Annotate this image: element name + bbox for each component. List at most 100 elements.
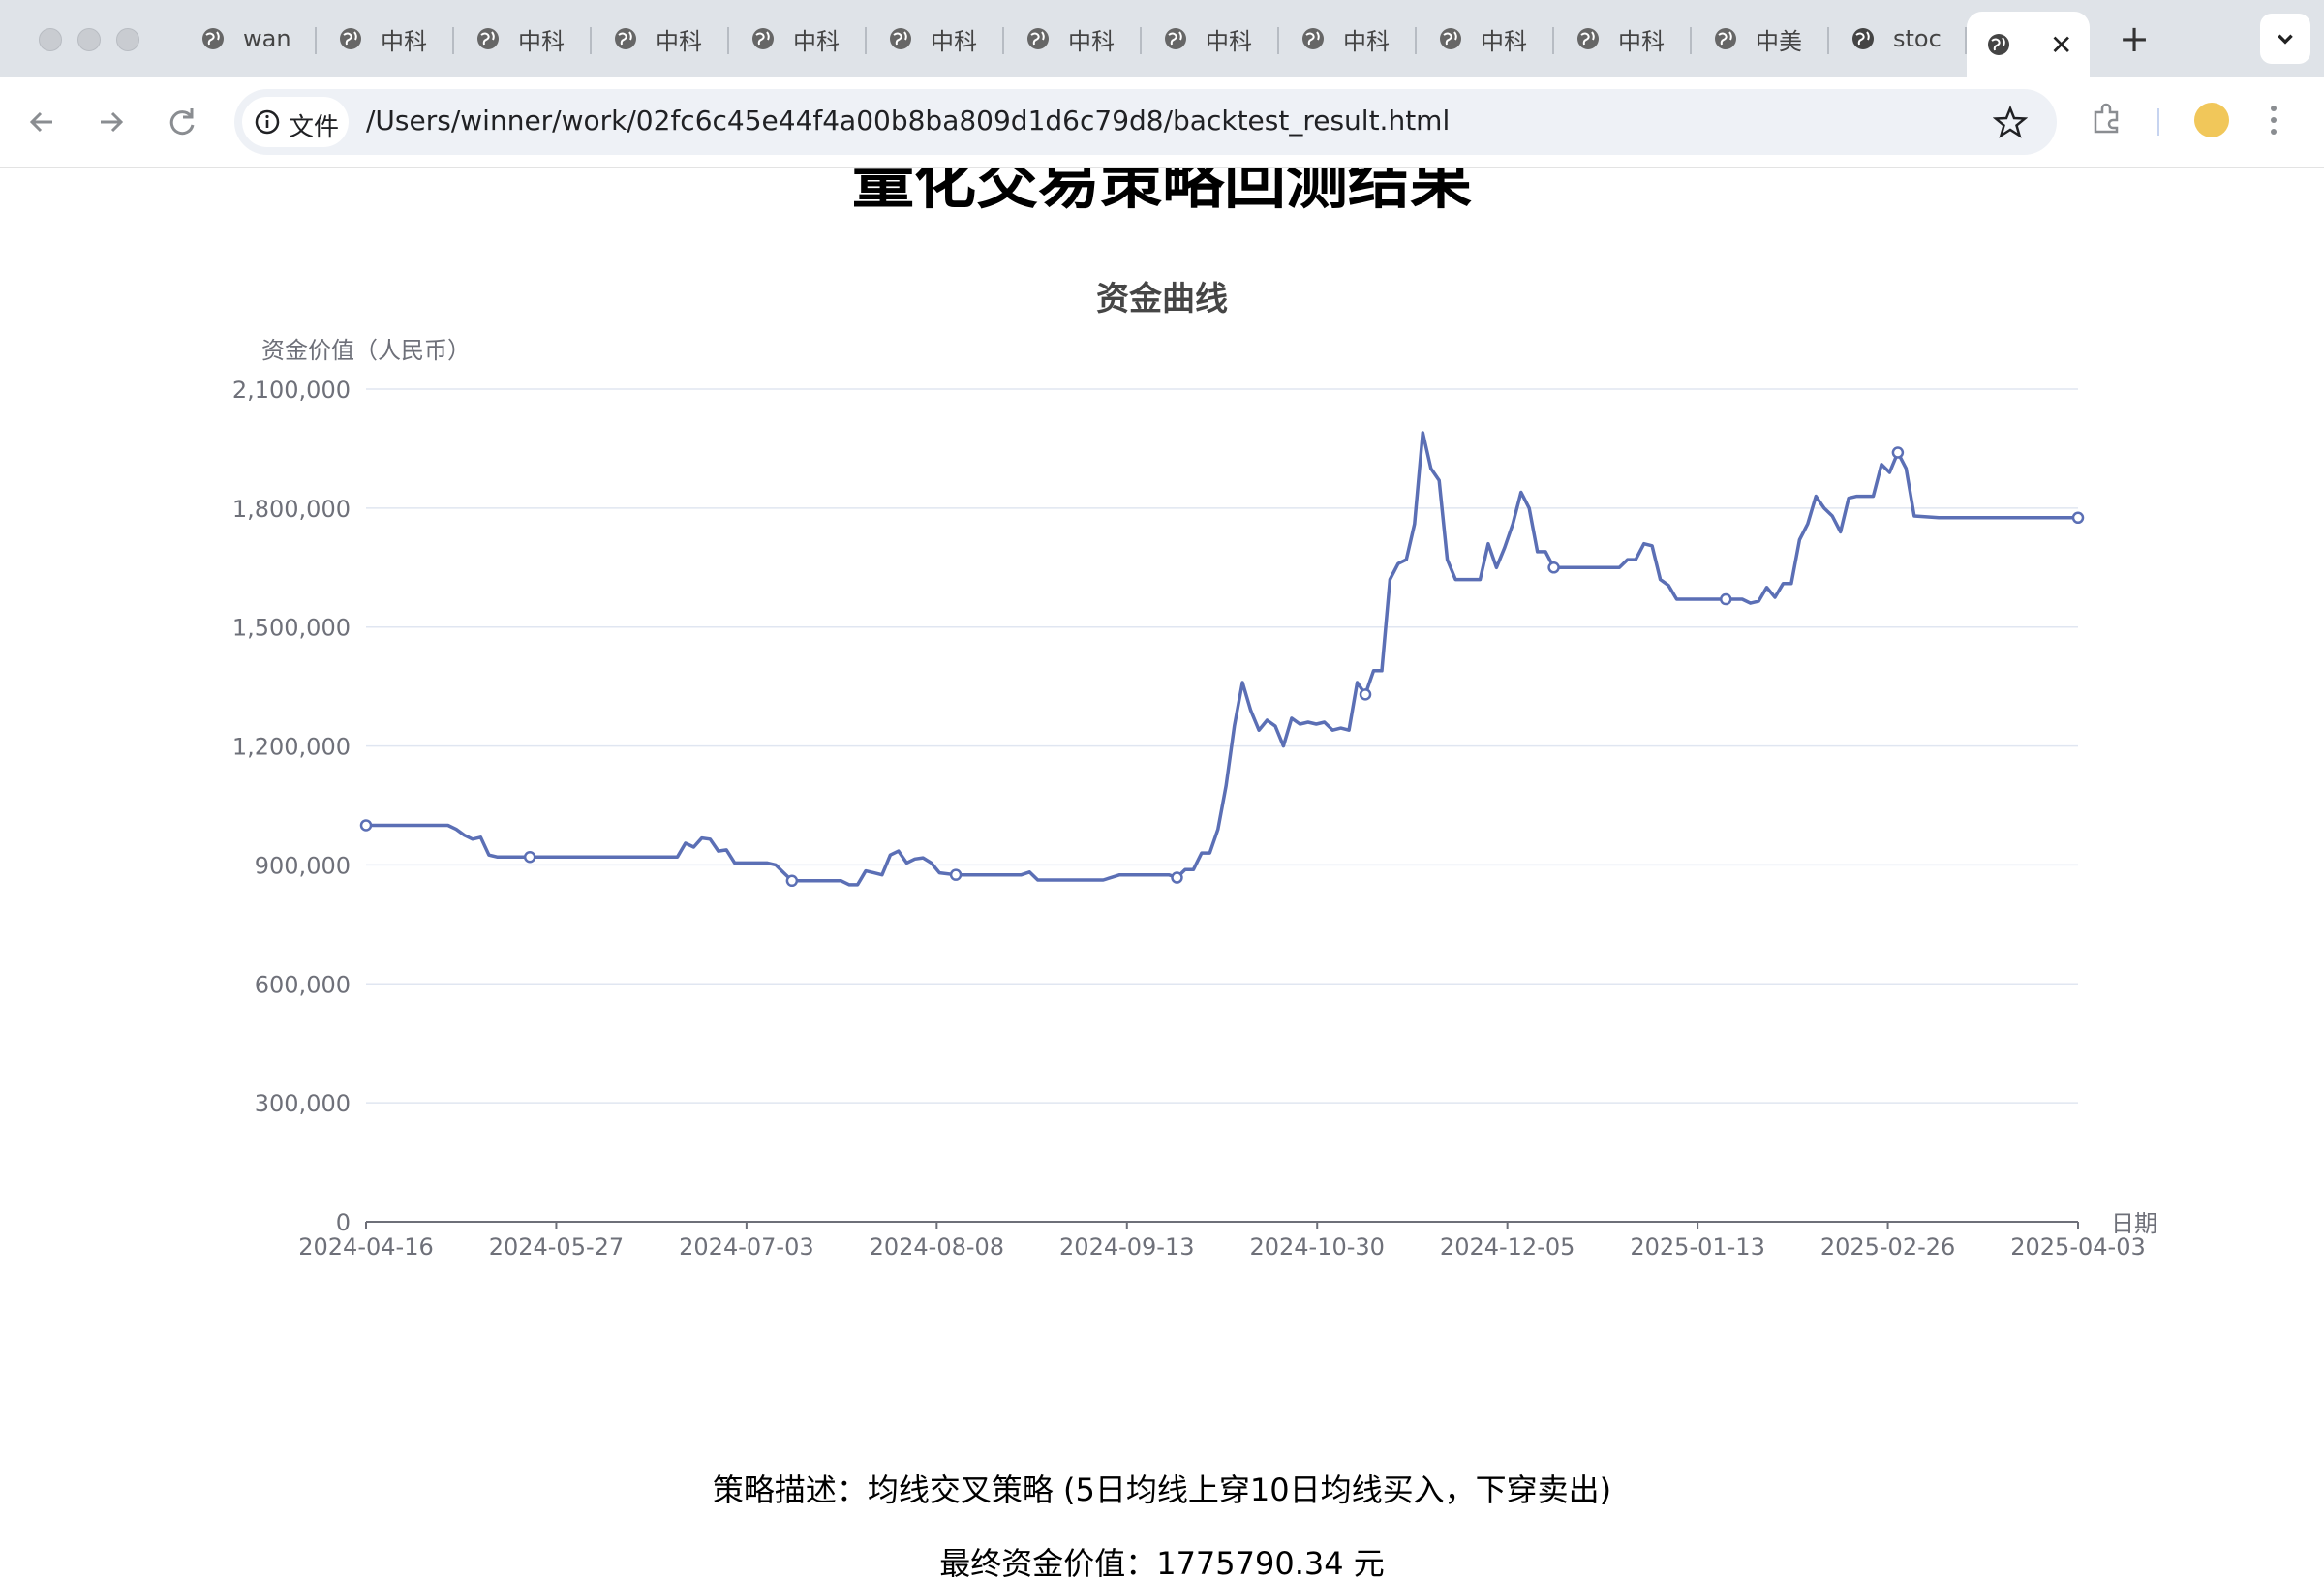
equity-series-line <box>366 431 2079 887</box>
series-point <box>949 868 963 881</box>
tab-10[interactable]: 中科 <box>1554 12 1692 66</box>
globe-icon <box>752 28 774 49</box>
x-tick-label: 2024-05-27 <box>489 1233 624 1260</box>
tab-active[interactable]: ✕ <box>1967 12 2090 77</box>
more-menu-icon[interactable] <box>2268 101 2279 139</box>
tab-label: wan <box>243 25 291 52</box>
y-axis-label: 资金价值（人民币） <box>261 337 471 364</box>
browser-toolbar: 文件 /Users/winner/work/02fc6c45e44f4a00b8… <box>0 77 2324 168</box>
y-tick-label: 600,000 <box>255 971 351 998</box>
x-tick-label: 2024-08-08 <box>870 1233 1004 1260</box>
tab-label: stoc <box>1893 25 1942 52</box>
tab-0[interactable]: wan <box>179 12 317 66</box>
x-axis-ticks: 2024-04-16 2024-05-27 2024-07-03 2024-08-08… <box>298 1222 2146 1260</box>
x-tick-label: 2024-04-16 <box>298 1233 433 1260</box>
close-window-button[interactable] <box>39 28 62 51</box>
tab-12[interactable]: stoc <box>1829 12 1967 66</box>
y-tick-label: 2,100,000 <box>232 377 351 404</box>
info-icon <box>255 109 280 135</box>
page-viewport: 量化交易策略回测结果 资金曲线 资金价值（人民币） 日期 0 300,000 600… <box>0 168 2324 1578</box>
tab-label: 中科 <box>381 27 427 55</box>
x-tick-label: 2024-10-30 <box>1249 1233 1384 1260</box>
y-tick-label: 0 <box>336 1209 351 1236</box>
globe-icon <box>1715 28 1736 49</box>
tab-label: 中科 <box>1206 27 1252 55</box>
tab-7[interactable]: 中科 <box>1142 12 1279 66</box>
tab-label: 中美 <box>1756 27 1802 55</box>
globe-icon <box>1440 28 1461 49</box>
forward-arrow-icon[interactable] <box>87 99 134 145</box>
tab-label: 中科 <box>518 27 565 55</box>
series-point <box>1359 688 1372 701</box>
series-point <box>785 874 799 888</box>
extensions-puzzle-icon[interactable] <box>2088 99 2126 137</box>
series-point <box>1719 592 1732 606</box>
globe-icon <box>1027 28 1049 49</box>
y-tick-label: 900,000 <box>255 852 351 879</box>
new-tab-button[interactable]: + <box>2111 17 2157 60</box>
chart-title: 资金曲线 <box>1096 280 1228 319</box>
globe-icon <box>890 28 911 49</box>
globe-icon <box>1577 28 1599 49</box>
x-tick-label: 2025-01-13 <box>1630 1233 1764 1260</box>
series-markers <box>359 446 2085 888</box>
x-tick-label: 2025-02-26 <box>1820 1233 1955 1260</box>
globe-icon <box>340 28 361 49</box>
tab-1[interactable]: 中科 <box>317 12 454 66</box>
tab-list: wan 中科 中科 中科 中科 中科 中科 中科 中科 中科 中科 中美 sto… <box>179 12 2090 77</box>
globe-icon <box>1302 28 1324 49</box>
tab-6[interactable]: 中科 <box>1004 12 1142 66</box>
tab-label: 中科 <box>1618 27 1665 55</box>
tab-label: 中科 <box>656 27 702 55</box>
tab-2[interactable]: 中科 <box>454 12 592 66</box>
equity-curve-chart: 资金曲线 资金价值（人民币） 日期 0300,000600,000900,000… <box>232 280 2157 1260</box>
y-tick-label: 1,500,000 <box>232 615 351 642</box>
y-tick-label: 1,800,000 <box>232 496 351 523</box>
tab-search-button[interactable] <box>2260 14 2310 64</box>
x-tick-label: 2024-09-13 <box>1059 1233 1194 1260</box>
tab-8[interactable]: 中科 <box>1279 12 1417 66</box>
tab-label: 中科 <box>931 27 977 55</box>
minimize-window-button[interactable] <box>77 28 101 51</box>
bookmark-star-icon[interactable] <box>1993 105 2028 139</box>
tab-4[interactable]: 中科 <box>729 12 867 66</box>
tab-label: 中科 <box>1343 27 1390 55</box>
series-point <box>1891 446 1905 459</box>
url-text[interactable]: /Users/winner/work/02fc6c45e44f4a00b8ba8… <box>366 105 1450 137</box>
y-tick-label: 300,000 <box>255 1090 351 1117</box>
x-tick-label: 2024-12-05 <box>1440 1233 1575 1260</box>
globe-icon <box>1988 34 2009 55</box>
x-tick-label: 2025-04-03 <box>2010 1233 2145 1260</box>
series-point <box>2071 511 2085 525</box>
y-axis-ticks: 0 300,000 600,000 900,000 1,200,000 1,500,000… <box>232 377 351 1236</box>
tab-5[interactable]: 中科 <box>867 12 1004 66</box>
profile-avatar[interactable] <box>2194 103 2229 137</box>
close-tab-icon[interactable]: ✕ <box>2050 29 2072 61</box>
series-point <box>1547 561 1560 574</box>
tab-label: 中科 <box>1481 27 1527 55</box>
file-scheme-label: 文件 <box>289 113 340 142</box>
back-arrow-icon[interactable] <box>19 99 66 145</box>
tab-label: 中科 <box>1068 27 1115 55</box>
tab-strip: wan 中科 中科 中科 中科 中科 中科 中科 中科 中科 中科 中美 sto… <box>0 0 2324 77</box>
y-tick-label: 1,200,000 <box>232 734 351 761</box>
globe-icon <box>202 28 224 49</box>
final-value: 最终资金价值：1775790.34 元 <box>939 1545 1385 1578</box>
tab-3[interactable]: 中科 <box>592 12 729 66</box>
tab-9[interactable]: 中科 <box>1417 12 1554 66</box>
series-point <box>359 819 373 832</box>
series-point <box>1171 871 1183 884</box>
tab-11[interactable]: 中美 <box>1692 12 1829 66</box>
x-tick-label: 2024-07-03 <box>679 1233 813 1260</box>
globe-icon <box>1165 28 1186 49</box>
address-bar[interactable]: 文件 /Users/winner/work/02fc6c45e44f4a00b8… <box>234 89 2057 155</box>
toolbar-divider <box>2157 108 2159 136</box>
series-point <box>523 850 536 864</box>
globe-icon <box>477 28 499 49</box>
globe-icon <box>1852 28 1874 49</box>
tab-label: 中科 <box>793 27 840 55</box>
reload-icon[interactable] <box>159 99 205 145</box>
chevron-down-icon <box>2278 34 2293 45</box>
globe-icon <box>615 28 636 49</box>
zoom-window-button[interactable] <box>116 28 139 51</box>
